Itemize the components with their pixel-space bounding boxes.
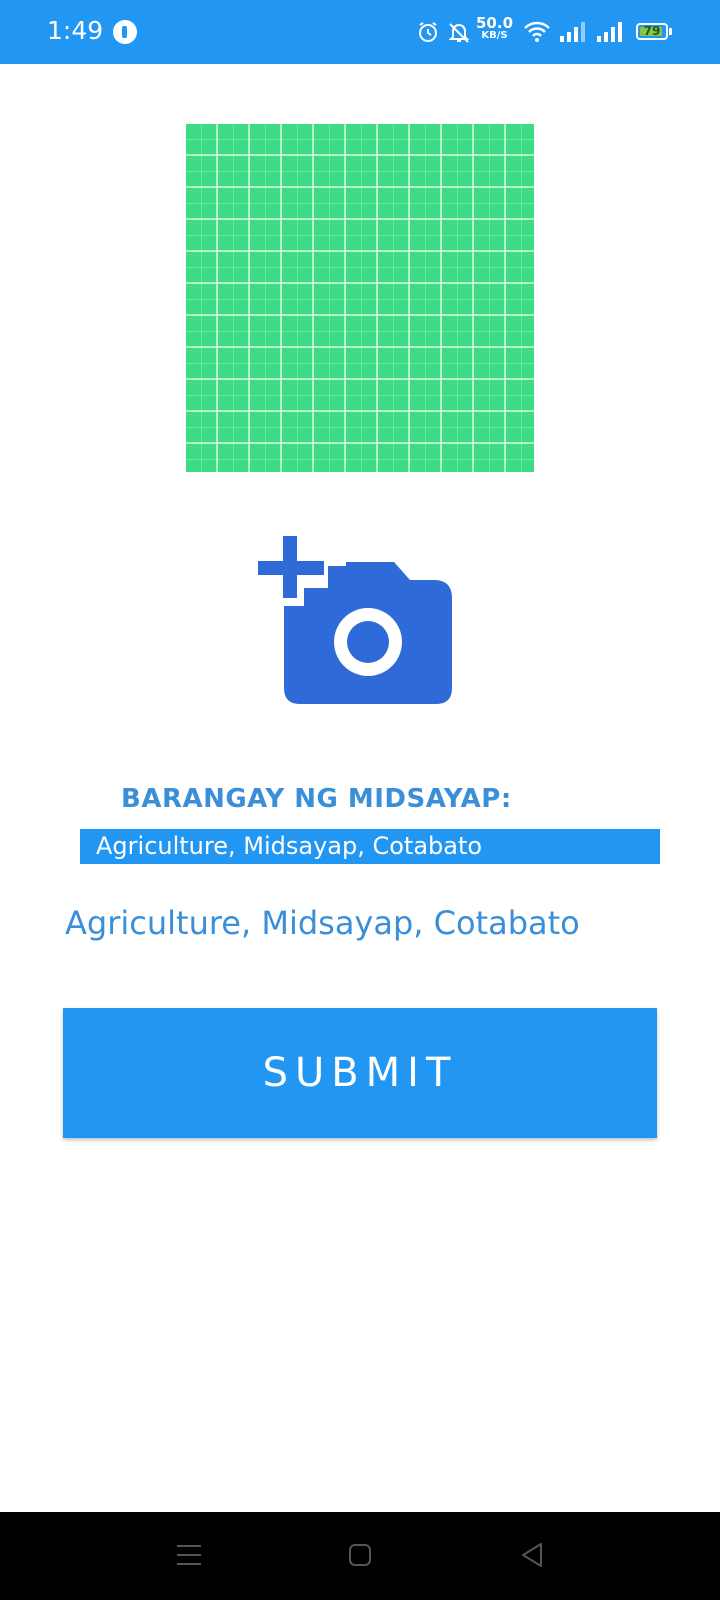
location-select-value: Agriculture, Midsayap, Cotabato: [96, 832, 483, 860]
network-speed: 50.0 KB/S: [476, 16, 513, 41]
battery-icon: 79: [636, 23, 668, 40]
signal-icon: [560, 22, 585, 42]
mute-icon: [448, 23, 470, 43]
battery-cap: [669, 28, 672, 35]
network-speed-unit: KB/S: [481, 30, 508, 41]
battery-level: 79: [643, 24, 661, 38]
add-photo-button[interactable]: [258, 536, 454, 708]
location-display: Agriculture, Midsayap, Cotabato: [65, 904, 580, 942]
wifi-icon: [524, 21, 550, 42]
back-icon[interactable]: [520, 1542, 544, 1568]
submit-button[interactable]: SUBMIT: [63, 1008, 657, 1138]
signal-icon: [597, 22, 622, 42]
status-time: 1:49: [47, 16, 104, 45]
home-icon[interactable]: [348, 1542, 372, 1568]
location-select[interactable]: Agriculture, Midsayap, Cotabato: [80, 829, 660, 864]
menu-icon[interactable]: [176, 1542, 202, 1568]
navigation-bar: [0, 1512, 720, 1600]
image-preview: [186, 124, 534, 472]
alarm-icon: [419, 22, 437, 42]
add-a-photo-icon: [258, 536, 452, 704]
status-bar: 1:49 50.0 KB/S 79: [0, 0, 720, 64]
network-speed-value: 50.0: [476, 14, 514, 32]
barangay-label: BARANGAY NG MIDSAYAP:: [121, 784, 512, 814]
app-notification-icon: [113, 20, 137, 44]
